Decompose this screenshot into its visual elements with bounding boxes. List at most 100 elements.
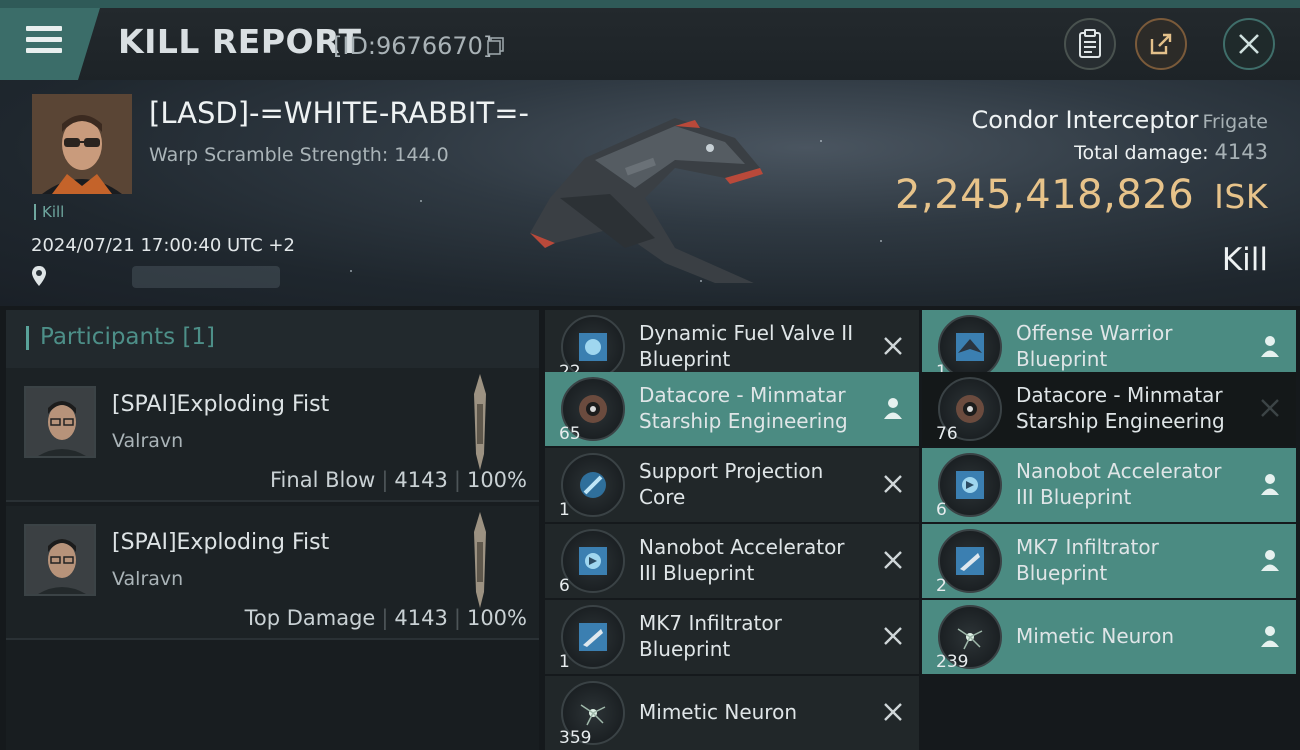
destroyed-icon (884, 551, 902, 569)
participant-percent: 100% (466, 468, 527, 492)
hamburger-icon (26, 26, 62, 54)
participant-percent: 100% (466, 606, 527, 630)
kill-result: Kill (1221, 242, 1268, 278)
star (350, 270, 352, 272)
drone-blueprint-icon (938, 315, 1002, 379)
item-row[interactable]: 2 MK7 Infiltrator Blueprint (922, 524, 1296, 598)
participant-name[interactable]: [SPAI]Exploding Fist (112, 530, 329, 555)
isk-value: 2,245,418,826 ISK (895, 172, 1268, 218)
item-name: MK7 Infiltrator Blueprint (639, 611, 782, 661)
top-accent-line (0, 0, 1300, 8)
item-name: Nanobot Accelerator III Blueprint (1016, 459, 1222, 509)
item-name: Mimetic Neuron (1016, 624, 1174, 648)
dropped-person-icon (1261, 626, 1279, 647)
pilot-avatar-icon (32, 94, 132, 194)
victim-ship: Condor Interceptor Frigate (971, 106, 1268, 134)
participant-row[interactable]: [SPAI]Exploding Fist Valravn Final Blow |… (6, 368, 539, 502)
item-qty: 6 (936, 500, 947, 520)
item-name: Nanobot Accelerator III Blueprint (639, 535, 845, 585)
item-qty: 76 (936, 424, 958, 444)
ship-blueprint-icon (938, 529, 1002, 593)
item-qty: 6 (559, 576, 570, 596)
item-name: MK7 Infiltrator Blueprint (1016, 535, 1159, 585)
participant-ship: Valravn (112, 568, 184, 590)
participant-stats: Top Damage | 4143 | 100% (244, 606, 527, 630)
item-qty: 2 (936, 576, 947, 596)
destroyed-icon (884, 337, 902, 355)
dropped-person-icon (1261, 474, 1279, 495)
ship-blueprint-icon (561, 605, 625, 669)
participants-label: Participants [1] (40, 324, 215, 350)
star (880, 240, 882, 242)
item-row[interactable]: 76 Datacore - Minmatar Starship Engineeri… (922, 372, 1296, 446)
participant-avatar[interactable] (24, 386, 96, 458)
item-name: Dynamic Fuel Valve II Blueprint (639, 321, 854, 371)
core-icon (561, 453, 625, 517)
item-row[interactable]: 239 Mimetic Neuron (922, 600, 1296, 674)
victim-portrait[interactable] (32, 94, 132, 194)
module-blueprint-icon (561, 529, 625, 593)
participant-damage: 4143 (394, 468, 448, 492)
weapon-icon (474, 374, 486, 470)
dropped-person-icon (1261, 550, 1279, 571)
destroyed-icon (884, 703, 902, 721)
item-row[interactable]: 6 Nanobot Accelerator III Blueprint (922, 448, 1296, 522)
page-title: KILL REPORT (118, 22, 362, 61)
destroyed-icon (1261, 399, 1279, 417)
item-row[interactable]: 359 Mimetic Neuron (545, 676, 919, 750)
kill-datetime: 2024/07/21 17:00:40 UTC +2 (31, 235, 295, 256)
item-name: Offense Warrior Blueprint (1016, 321, 1173, 371)
item-row[interactable]: 65 Datacore - Minmatar Starship Engineeri… (545, 372, 919, 446)
star (420, 200, 422, 202)
total-damage: Total damage: 4143 (1074, 140, 1268, 164)
total-damage-value: 4143 (1214, 140, 1268, 164)
participant-role: Final Blow (270, 468, 376, 492)
item-name: Mimetic Neuron (639, 700, 797, 724)
item-qty: 1 (559, 652, 570, 672)
participant-stats: Final Blow | 4143 | 100% (270, 468, 527, 492)
item-qty: 1 (559, 500, 570, 520)
participant-ship: Valravn (112, 430, 184, 452)
participants-header: Participants [1] (6, 310, 539, 368)
item-row[interactable]: 6 Nanobot Accelerator III Blueprint (545, 524, 919, 598)
module-blueprint-icon (938, 453, 1002, 517)
participant-name[interactable]: [SPAI]Exploding Fist (112, 392, 329, 417)
close-button[interactable] (1223, 18, 1275, 70)
share-icon (1150, 33, 1172, 55)
warp-scramble-strength: Warp Scramble Strength: 144.0 (149, 144, 449, 166)
item-row[interactable]: 1 Support Projection Core (545, 448, 919, 522)
item-name: Support Projection Core (639, 459, 824, 509)
weapon-icon (474, 512, 486, 608)
destroyed-icon (884, 475, 902, 493)
destroyed-icon (884, 627, 902, 645)
item-qty: 65 (559, 424, 581, 444)
participant-row[interactable]: [SPAI]Exploding Fist Valravn Top Damage |… (6, 506, 539, 640)
share-button[interactable] (1135, 18, 1187, 70)
kill-tag: Kill (34, 204, 64, 220)
header-bar: KILL REPORT [ID:9676670] (0, 8, 1300, 80)
item-row[interactable]: 1 MK7 Infiltrator Blueprint (545, 600, 919, 674)
participant-avatar[interactable] (24, 524, 96, 596)
menu-button[interactable] (0, 8, 100, 80)
pilot-avatar-icon (26, 388, 94, 456)
ship-class: Frigate (1202, 111, 1268, 133)
participants-panel: Participants [1] [SPAI]Exploding Fist Va… (6, 310, 539, 750)
clipboard-button[interactable] (1064, 18, 1116, 70)
pilot-avatar-icon (26, 526, 94, 594)
location-redacted (132, 266, 280, 288)
star (820, 140, 822, 142)
clipboard-icon (1079, 29, 1101, 58)
close-icon (1239, 34, 1259, 54)
dropped-person-icon (1261, 336, 1279, 357)
item-qty: 359 (559, 728, 592, 748)
dropped-person-icon (884, 398, 902, 419)
copy-icon[interactable] (487, 37, 505, 55)
participant-damage: 4143 (394, 606, 448, 630)
item-name: Datacore - Minmatar Starship Engineering (639, 383, 848, 433)
victim-pilot-name[interactable]: [LASD]-=WHITE-RABBIT=- (149, 96, 529, 130)
item-name: Datacore - Minmatar Starship Engineering (1016, 383, 1225, 433)
participant-role: Top Damage (244, 606, 376, 630)
ship-name[interactable]: Condor Interceptor (971, 106, 1198, 134)
location-pin-icon (32, 266, 46, 286)
isk-unit: ISK (1214, 177, 1268, 216)
